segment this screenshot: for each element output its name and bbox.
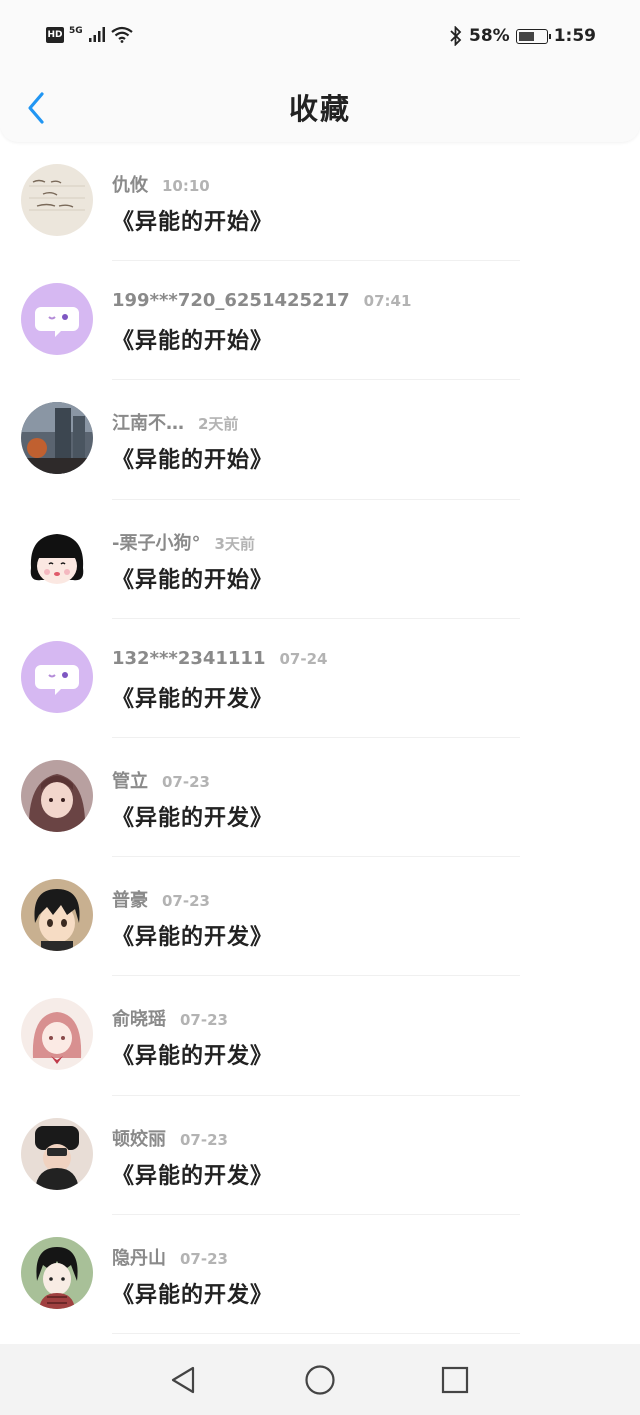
avatar[interactable] <box>21 759 93 832</box>
page-title: 收藏 <box>288 92 351 126</box>
square-recents-icon <box>441 1366 469 1394</box>
avatar[interactable] <box>21 1236 93 1309</box>
book-title[interactable]: 《异能的开发》 <box>112 919 273 951</box>
username: 顿姣丽 <box>112 1128 166 1150</box>
avatar-image <box>21 1236 93 1309</box>
network-type: 5G <box>69 25 83 36</box>
timestamp: 07-23 <box>162 772 210 791</box>
username: 管立 <box>112 770 148 792</box>
book-title[interactable]: 《异能的开始》 <box>112 204 273 236</box>
list-item[interactable]: 隐丹山 07-23 《异能的开发》 <box>0 1215 640 1334</box>
book-title[interactable]: 《异能的开发》 <box>112 1038 273 1070</box>
avatar[interactable] <box>21 640 93 713</box>
timestamp: 07-24 <box>279 649 328 668</box>
avatar-image <box>21 879 93 952</box>
signal-icon <box>88 26 105 42</box>
bluetooth-icon <box>450 26 462 46</box>
chat-bubble-avatar-icon <box>21 283 93 356</box>
list-item[interactable]: 132***2341111 07-24 《异能的开发》 <box>0 619 640 738</box>
timestamp: 07:41 <box>363 292 412 311</box>
avatar-image <box>21 759 93 832</box>
book-title[interactable]: 《异能的开始》 <box>112 562 273 594</box>
book-title[interactable]: 《异能的开发》 <box>112 800 273 832</box>
chat-bubble-avatar-icon <box>21 640 93 713</box>
battery-percent: 58% <box>469 26 510 46</box>
list-item[interactable]: 俞晓瑶 07-23 《异能的开发》 <box>0 976 640 1096</box>
circle-home-icon <box>305 1365 335 1395</box>
nav-back-button[interactable] <box>163 1362 203 1398</box>
hd-icon: HD <box>46 26 64 43</box>
timestamp: 07-23 <box>162 892 210 911</box>
book-title[interactable]: 《异能的开始》 <box>112 323 273 355</box>
list-item[interactable]: 199***720_6251425217 07:41 《异能的开始》 <box>0 261 640 381</box>
triangle-back-icon <box>171 1366 195 1394</box>
avatar[interactable] <box>21 879 93 952</box>
nav-home-button[interactable] <box>300 1362 340 1398</box>
timestamp: 07-23 <box>180 1011 228 1030</box>
status-bar: HD 5G 58% 1:59 <box>0 0 640 78</box>
book-title[interactable]: 《异能的开发》 <box>112 1277 273 1309</box>
avatar-image <box>21 164 93 236</box>
avatar-image <box>21 1117 93 1190</box>
avatar[interactable] <box>21 1117 93 1190</box>
avatar[interactable] <box>21 998 93 1071</box>
favorites-list: 仇攸 10:10 《异能的开始》 199***720_6251425217 07… <box>0 142 640 1334</box>
system-nav-bar <box>0 1344 640 1415</box>
list-item[interactable]: 顿姣丽 07-23 《异能的开发》 <box>0 1096 640 1215</box>
list-item[interactable]: 仇攸 10:10 《异能的开始》 <box>0 142 640 262</box>
list-item[interactable]: 管立 07-23 《异能的开发》 <box>0 738 640 858</box>
clock: 1:59 <box>553 26 596 46</box>
timestamp: 07-23 <box>180 1249 228 1268</box>
username: 132***2341111 <box>112 647 266 669</box>
username: 仇攸 <box>112 175 148 196</box>
battery-icon <box>515 28 551 44</box>
divider <box>112 1332 520 1334</box>
wifi-icon <box>110 26 133 43</box>
username: 江南不… <box>112 413 184 435</box>
username: 隐丹山 <box>112 1247 166 1269</box>
avatar-image <box>21 402 93 475</box>
avatar-image <box>21 998 93 1071</box>
timestamp: 07-23 <box>180 1130 228 1149</box>
username: -栗子小狗° <box>112 532 201 554</box>
chevron-left-icon <box>28 92 44 124</box>
timestamp: 3天前 <box>214 534 255 553</box>
avatar-image <box>21 521 93 594</box>
username: 199***720_6251425217 <box>112 290 350 312</box>
username: 普豪 <box>112 890 148 912</box>
avatar[interactable] <box>21 283 93 356</box>
username: 俞晓瑶 <box>112 1009 166 1031</box>
battery-level <box>518 31 534 41</box>
avatar[interactable] <box>21 402 93 475</box>
timestamp: 2天前 <box>198 415 239 434</box>
timestamp: 10:10 <box>162 177 210 195</box>
avatar[interactable] <box>21 164 93 236</box>
nav-recents-button[interactable] <box>435 1362 475 1398</box>
list-item[interactable]: 普豪 07-23 《异能的开发》 <box>0 857 640 977</box>
avatar[interactable] <box>21 521 93 594</box>
list-item[interactable]: 江南不… 2天前 《异能的开始》 <box>0 380 640 500</box>
list-item[interactable]: -栗子小狗° 3天前 《异能的开始》 <box>0 500 640 619</box>
book-title[interactable]: 《异能的开发》 <box>112 1158 273 1190</box>
book-title[interactable]: 《异能的开始》 <box>112 442 273 474</box>
back-button[interactable] <box>20 88 52 128</box>
book-title[interactable]: 《异能的开发》 <box>112 681 273 713</box>
